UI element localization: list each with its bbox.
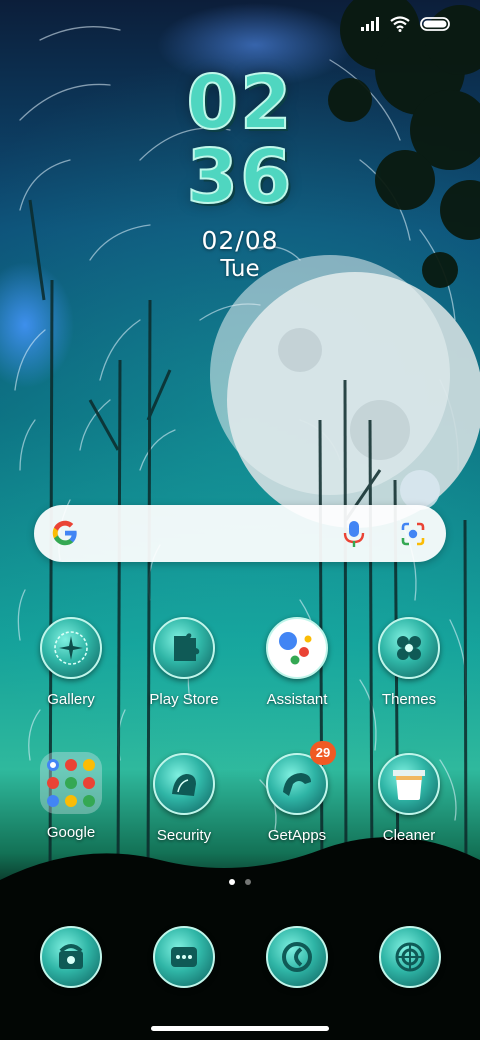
app-gallery[interactable]: Gallery <box>16 617 126 708</box>
dock-phone[interactable] <box>40 926 102 988</box>
phone-icon <box>40 926 102 988</box>
app-label: GetApps <box>267 827 327 844</box>
page-indicator <box>0 879 480 885</box>
clock-hour: 02 <box>186 60 294 146</box>
app-cleaner[interactable]: Cleaner <box>354 753 464 844</box>
browser-icon <box>266 926 328 988</box>
gallery-icon <box>40 617 102 679</box>
dock-messages[interactable] <box>153 926 215 988</box>
app-assistant[interactable]: Assistant <box>242 617 352 708</box>
app-label: Cleaner <box>382 827 436 844</box>
weekday-text: Tue <box>220 256 260 282</box>
wifi-icon <box>390 16 410 32</box>
google-search-bar[interactable] <box>34 505 446 562</box>
app-play-store[interactable]: Play Store <box>129 617 239 708</box>
signal-bars-icon <box>361 17 379 31</box>
battery-icon <box>420 17 450 31</box>
cleaner-icon <box>378 753 440 815</box>
app-label: Google <box>46 824 96 841</box>
messages-icon <box>153 926 215 988</box>
clock-minute: 36 <box>186 134 294 220</box>
app-label: Assistant <box>266 691 328 708</box>
google-folder-icon <box>40 752 102 814</box>
play-store-icon <box>153 617 215 679</box>
dock-camera[interactable] <box>379 926 441 988</box>
lens-camera-icon[interactable] <box>400 521 426 547</box>
security-icon <box>153 753 215 815</box>
google-g-icon <box>52 520 77 546</box>
themes-icon <box>378 617 440 679</box>
app-label: Security <box>156 827 212 844</box>
mic-icon[interactable] <box>343 520 365 548</box>
camera-icon <box>379 926 441 988</box>
app-google-folder[interactable]: Google <box>16 752 126 841</box>
app-label: Themes <box>381 691 437 708</box>
app-themes[interactable]: Themes <box>354 617 464 708</box>
assistant-icon <box>266 617 328 679</box>
page-dot-2[interactable] <box>245 879 251 885</box>
page-dot-1[interactable] <box>229 879 235 885</box>
home-gesture-bar[interactable] <box>151 1026 329 1031</box>
app-security[interactable]: Security <box>129 753 239 844</box>
app-label: Gallery <box>47 691 95 708</box>
notification-badge: 29 <box>310 741 336 765</box>
app-getapps[interactable]: 29 GetApps <box>242 741 352 844</box>
app-label: Play Store <box>149 691 219 708</box>
status-bar <box>360 16 452 32</box>
dock-browser[interactable] <box>266 926 328 988</box>
date-text: 02/08 <box>201 226 279 255</box>
